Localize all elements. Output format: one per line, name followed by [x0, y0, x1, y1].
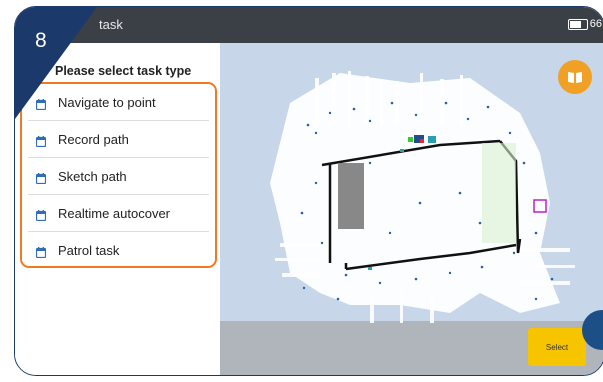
- select-button[interactable]: Select: [528, 328, 586, 366]
- task-item-label: Realtime autocover: [58, 205, 170, 221]
- task-item-realtime-autocover[interactable]: Realtime autocover: [22, 195, 214, 231]
- battery-icon: [567, 18, 588, 30]
- task-item-record-path[interactable]: Record path: [22, 121, 214, 157]
- page-title: task: [99, 17, 123, 32]
- app-frame: task 66 Please select task type Navigate…: [14, 6, 603, 376]
- task-item-label: Patrol task: [58, 242, 120, 258]
- top-bar: task 66: [15, 7, 603, 43]
- task-item-label: Sketch path: [58, 168, 127, 184]
- calendar-icon: [35, 134, 47, 147]
- battery-level: 66: [589, 18, 602, 30]
- task-item-patrol-task[interactable]: Patrol task: [22, 232, 214, 268]
- task-item-sketch-path[interactable]: Sketch path: [22, 158, 214, 194]
- calendar-icon: [35, 208, 47, 221]
- step-badge: [15, 7, 97, 119]
- task-item-label: Record path: [58, 131, 129, 147]
- calendar-icon: [35, 245, 47, 258]
- book-icon: [568, 72, 582, 83]
- book-icon-button[interactable]: [558, 60, 592, 94]
- map-view[interactable]: [220, 43, 603, 375]
- calendar-icon: [35, 171, 47, 184]
- battery-indicator: 66: [567, 18, 602, 30]
- step-number: 8: [35, 29, 47, 52]
- map-canvas[interactable]: [220, 43, 603, 375]
